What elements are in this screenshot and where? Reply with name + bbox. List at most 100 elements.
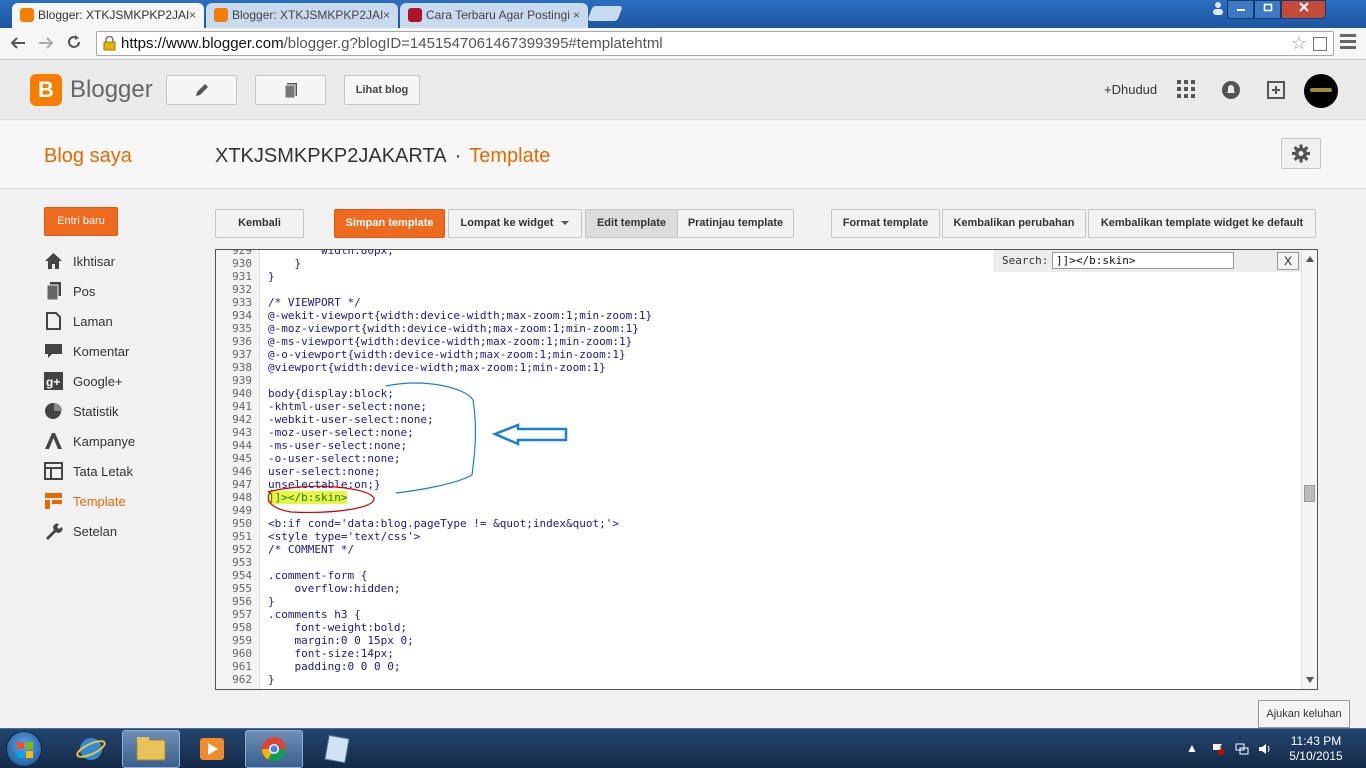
code-lines[interactable]: 929 width:80px; 930 } 931} 932 933 /* VIEWPOR… [216,250,1301,686]
sidebar-item-posts[interactable]: Pos [44,278,194,308]
jump-to-widget-dropdown[interactable]: Lompat ke widget [448,209,582,238]
tab-close-icon[interactable]: × [189,3,196,27]
browser-tab-blogger-2[interactable]: Blogger: XTKJSMKPKP2JAI × [206,3,398,28]
code-line[interactable]: 956} [216,595,1301,608]
user-profile-icon[interactable] [1210,0,1226,19]
user-name-link[interactable]: +Dhudud [1104,82,1157,97]
new-post-button[interactable]: Entri baru [44,207,118,236]
code-line[interactable]: 949 [216,504,1301,517]
code-line[interactable]: 938 @viewport{width:device-width;max-zoom… [216,361,1301,374]
sidebar-item-template[interactable]: Template [44,488,194,518]
browser-tab-blogger-1[interactable]: Blogger: XTKJSMKPKP2JAI × [12,3,204,28]
new-tab-button[interactable] [587,6,623,21]
system-clock[interactable]: 11:43 PM 5/10/2015 [1286,734,1346,764]
code-line[interactable]: 939 [216,374,1301,387]
file-explorer-taskbar-button[interactable] [122,730,180,768]
forward-arrow-icon[interactable] [34,32,58,56]
volume-icon[interactable] [1258,742,1272,756]
editor-scrollbar[interactable] [1301,250,1317,689]
code-line[interactable]: 946 user-select:none; [216,465,1301,478]
save-template-button[interactable]: Simpan template [334,209,445,238]
back-button[interactable]: Kembali [215,209,304,238]
code-line[interactable]: 935 @-moz-viewport{width:device-width;max… [216,322,1301,335]
sidebar-item-pages[interactable]: Laman [44,308,194,338]
bookmark-star-icon[interactable]: ☆ [1291,33,1307,54]
internet-explorer-taskbar-button[interactable] [62,730,120,768]
code-line[interactable]: 942 -webkit-user-select:none; [216,413,1301,426]
code-line[interactable]: 953 [216,556,1301,569]
code-line[interactable]: 959 margin:0 0 15px 0; [216,634,1301,647]
sidebar-item-layout[interactable]: Tata Letak [44,458,194,488]
code-line[interactable]: 952 /* COMMENT */ [216,543,1301,556]
close-window-button[interactable] [1281,0,1326,19]
view-blog-button[interactable]: Lihat blog [344,75,420,105]
code-line[interactable]: 943 -moz-user-select:none; [216,426,1301,439]
code-line[interactable]: 933 /* VIEWPORT */ [216,296,1301,309]
apps-grid-icon[interactable] [1177,80,1197,100]
notifications-bell-icon[interactable] [1221,80,1241,100]
user-avatar[interactable] [1304,74,1338,108]
sidebar-item-overview[interactable]: Ikhtisar [44,248,194,278]
sidebar-item-campaigns[interactable]: Kampanye [44,428,194,458]
share-plus-icon[interactable] [1266,80,1286,100]
code-line[interactable]: 961 padding:0 0 0 0; [216,660,1301,673]
code-line[interactable]: 950 <b:if cond='data:blog.pageType != &qu… [216,517,1301,530]
revert-widget-templates-button[interactable]: Kembalikan template widget ke default [1088,209,1316,238]
code-line[interactable]: 936 @-ms-viewport{width:device-width;max-… [216,335,1301,348]
code-line[interactable]: 951 <style type='text/css'> [216,530,1301,543]
page-action-icon[interactable] [1313,37,1327,51]
reload-icon[interactable] [62,32,86,56]
code-line[interactable]: 940 body{display:block; [216,387,1301,400]
code-line[interactable]: 934 @-wekit-viewport{width:device-width;m… [216,309,1301,322]
blogger-brand[interactable]: Blogger [70,76,153,104]
edit-template-button[interactable]: Edit template [585,209,678,238]
search-input[interactable]: ]]></b:skin> [1052,252,1234,269]
code-line[interactable]: 948]]></b:skin> [216,491,1301,504]
scroll-down-icon[interactable] [1306,677,1314,683]
address-bar[interactable]: https://www.blogger.com/blogger.g?blogID… [96,31,1334,56]
tab-close-icon[interactable]: × [383,3,390,27]
browser-tab-article[interactable]: Cara Terbaru Agar Postingi × [400,3,588,28]
blog-name[interactable]: XTKJSMKPKP2JAKARTA [215,145,447,167]
my-blogs-link[interactable]: Blog saya [44,145,132,168]
media-player-taskbar-button[interactable] [183,730,241,768]
code-line[interactable]: 932 [216,283,1301,296]
format-template-button[interactable]: Format template [831,209,940,238]
network-icon[interactable] [1235,742,1249,756]
restore-window-button[interactable] [1254,0,1281,19]
browser-menu-icon[interactable] [1340,34,1356,50]
code-line[interactable]: 954 .comment-form { [216,569,1301,582]
posts-list-button[interactable] [255,75,326,105]
back-arrow-icon[interactable] [6,32,30,56]
template-code-editor[interactable]: 929 width:80px; 930 } 931} 932 933 /* VIEWPOR… [215,249,1318,690]
sidebar-item-settings[interactable]: Setelan [44,518,194,548]
settings-gear-button[interactable] [1281,138,1321,169]
scroll-up-icon[interactable] [1306,256,1314,262]
minimize-window-button[interactable] [1227,0,1254,19]
tray-expand-icon[interactable]: ▲ [1186,741,1198,755]
tab-close-icon[interactable]: × [573,3,580,27]
code-line[interactable]: 944 -ms-user-select:none; [216,439,1301,452]
start-button[interactable] [6,731,42,767]
code-line[interactable]: 962} [216,673,1301,686]
code-line[interactable]: 937 @-o-viewport{width:device-width;max-z… [216,348,1301,361]
code-line[interactable]: 945 -o-user-select:none; [216,452,1301,465]
new-post-pencil-button[interactable] [166,75,237,105]
sidebar-item-stats[interactable]: Statistik [44,398,194,428]
code-line[interactable]: 958 font-weight:bold; [216,621,1301,634]
close-search-button[interactable]: X [1277,252,1299,270]
notepad-taskbar-button[interactable] [308,730,366,768]
code-line[interactable]: 947 unselectable:on;} [216,478,1301,491]
code-line[interactable]: 957 .comments h3 { [216,608,1301,621]
scrollbar-thumb[interactable] [1304,485,1315,502]
sidebar-item-googleplus[interactable]: g+ Google+ [44,368,194,398]
blogger-logo-icon[interactable] [30,74,62,106]
code-line[interactable]: 955 overflow:hidden; [216,582,1301,595]
sidebar-item-comments[interactable]: Komentar [44,338,194,368]
preview-template-button[interactable]: Pratinjau template [677,209,794,238]
chrome-taskbar-button[interactable] [245,730,303,768]
code-line[interactable]: 941 -khtml-user-select:none; [216,400,1301,413]
action-center-flag-icon[interactable] [1211,742,1225,756]
feedback-tooltip[interactable]: Ajukan keluhan [1258,700,1350,728]
revert-changes-button[interactable]: Kembalikan perubahan [942,209,1086,238]
